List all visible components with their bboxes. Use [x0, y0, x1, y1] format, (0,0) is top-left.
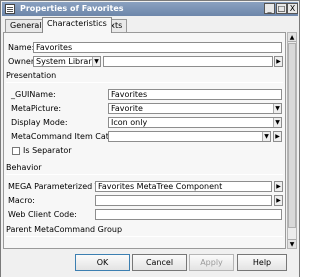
ok-button[interactable]: OK [75, 254, 130, 271]
characteristics-panel: Name: Favorites Owner: System Library ▼ … [3, 32, 286, 249]
macro-label: Macro: [8, 196, 35, 205]
properties-dialog: Properties of Favorites _ □ X General Ch… [0, 0, 300, 277]
dropdown-arrow-icon[interactable]: ▼ [262, 132, 270, 141]
dialog-button-bar: OK Cancel Apply Help [1, 250, 299, 277]
name-field[interactable]: Favorites [33, 42, 282, 53]
owner-value: System Library [36, 57, 97, 66]
close-button[interactable]: X [287, 3, 298, 14]
guiname-label: _GUIName: [11, 90, 56, 99]
scroll-up-icon[interactable]: ▲ [288, 33, 296, 42]
web-client-code-field[interactable] [95, 209, 282, 220]
help-button[interactable]: Help [237, 254, 287, 271]
owner-extra-field[interactable] [103, 56, 273, 67]
is-separator-label: Is Separator [23, 146, 72, 155]
apply-button[interactable]: Apply [189, 254, 234, 271]
scroll-thumb[interactable] [288, 43, 296, 228]
owner-browse-button[interactable]: ▶ [274, 56, 283, 67]
metapicture-dropdown[interactable]: Favorite ▼ [108, 103, 282, 114]
metapicture-label: MetaPicture: [11, 104, 62, 113]
parent-group-header: Parent MetaCommand Group [6, 225, 123, 234]
vertical-scrollbar[interactable]: ▲ ▼ [287, 32, 297, 249]
mega-tool-browse-button[interactable]: ▶ [274, 181, 283, 192]
scroll-down-icon[interactable]: ▼ [288, 239, 296, 248]
minimize-button[interactable]: _ [264, 3, 275, 14]
is-separator-checkbox[interactable] [12, 147, 20, 155]
dropdown-arrow-icon[interactable]: ▼ [273, 118, 281, 127]
metapicture-value: Favorite [111, 104, 143, 113]
macro-field[interactable] [95, 195, 272, 206]
cancel-button[interactable]: Cancel [132, 254, 187, 271]
dropdown-arrow-icon[interactable]: ▼ [92, 57, 100, 66]
tab-characteristics[interactable]: Characteristics [42, 17, 112, 33]
display-mode-dropdown[interactable]: Icon only ▼ [108, 117, 282, 128]
metacommand-category-browse-button[interactable]: ▶ [273, 131, 282, 142]
display-mode-value: Icon only [111, 118, 148, 127]
macro-browse-button[interactable]: ▶ [274, 195, 283, 206]
owner-dropdown[interactable]: System Library ▼ [33, 56, 101, 67]
web-client-code-label: Web Client Code: [8, 210, 77, 219]
title-bar[interactable]: Properties of Favorites _ □ X [2, 2, 298, 16]
maximize-button[interactable]: □ [276, 3, 287, 14]
dropdown-arrow-icon[interactable]: ▼ [273, 104, 281, 113]
display-mode-label: Display Mode: [11, 118, 68, 127]
parent-group-separator [6, 236, 283, 237]
tab-general[interactable]: General [5, 19, 47, 32]
presentation-header: Presentation [6, 71, 57, 80]
behavior-header: Behavior [6, 163, 42, 172]
metacommand-category-dropdown[interactable]: ▼ [108, 131, 271, 142]
guiname-field[interactable]: Favorites [108, 89, 282, 100]
properties-icon [5, 4, 15, 14]
window-title: Properties of Favorites [20, 4, 124, 13]
name-label: Name: [8, 43, 35, 52]
behavior-separator [6, 174, 283, 175]
mega-tool-field[interactable]: Favorites MetaTree Component [95, 181, 272, 192]
presentation-separator [6, 82, 283, 83]
